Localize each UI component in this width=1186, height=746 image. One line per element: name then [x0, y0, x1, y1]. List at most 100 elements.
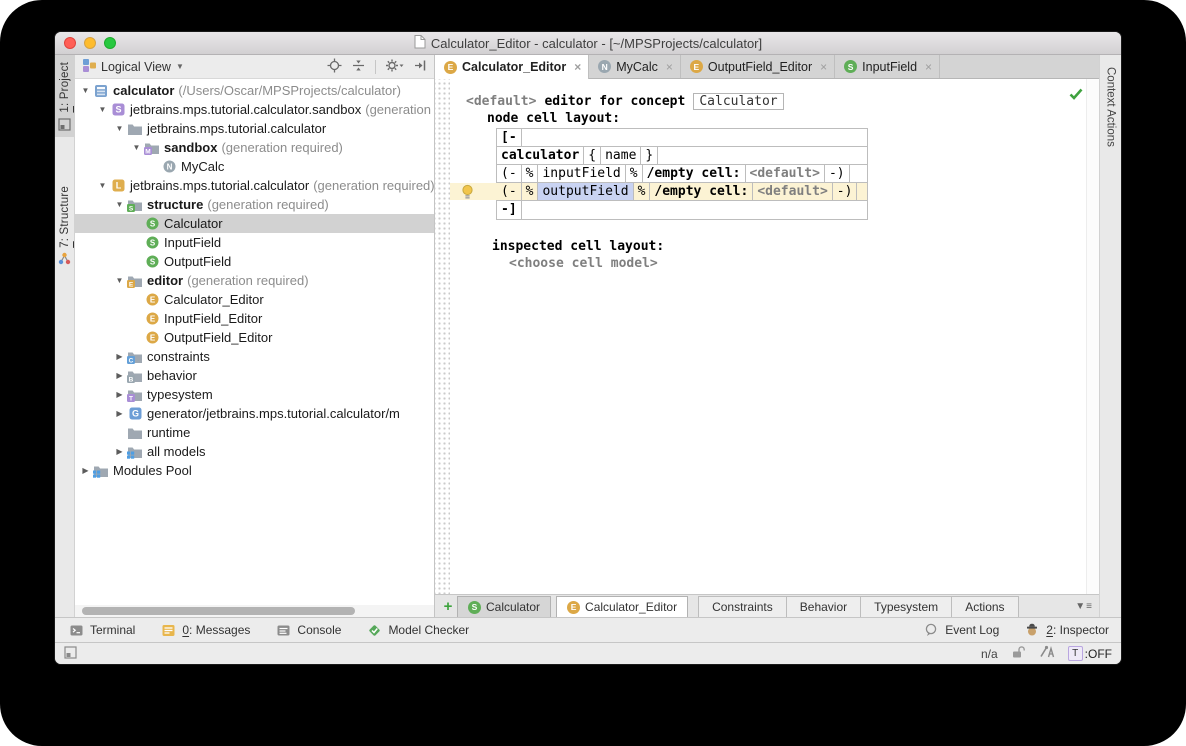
- tree-expand-arrow-icon[interactable]: ▶: [79, 466, 92, 475]
- typing-mode-badge[interactable]: T: [1068, 646, 1083, 661]
- tree-item[interactable]: ▼Sjetbrains.mps.tutorial.calculator.sand…: [75, 100, 434, 119]
- editor-header-token[interactable]: <default>: [466, 94, 536, 109]
- tree-item[interactable]: SOutputField: [75, 252, 434, 271]
- locate-node-icon[interactable]: [327, 58, 342, 76]
- tree-item[interactable]: ▼jetbrains.mps.tutorial.calculator: [75, 119, 434, 138]
- view-selector[interactable]: Logical View: [101, 60, 171, 74]
- tree-collapse-arrow-icon[interactable]: ▼: [113, 276, 126, 285]
- editor-cell[interactable]: -): [825, 165, 850, 182]
- toolwindow-button-model-checker[interactable]: Model Checker: [365, 623, 469, 637]
- editor-tab[interactable]: SInputField×: [835, 55, 940, 78]
- tree-expand-arrow-icon[interactable]: ▶: [113, 390, 126, 399]
- tree-expand-arrow-icon[interactable]: ▶: [113, 352, 126, 361]
- tree-item[interactable]: ▼Eeditor(generation required): [75, 271, 434, 290]
- aspect-tab[interactable]: ECalculator_Editor: [556, 596, 688, 617]
- tree-item[interactable]: ▶Bbehavior: [75, 366, 434, 385]
- tool-strip-structure[interactable]: 7: Structure: [55, 179, 74, 272]
- hide-panel-icon[interactable]: [413, 58, 427, 76]
- close-tab-icon[interactable]: ×: [925, 60, 932, 74]
- editor-cell[interactable]: %: [522, 183, 539, 200]
- tree-item[interactable]: SCalculator: [75, 214, 434, 233]
- editor-cell[interactable]: %: [522, 165, 539, 182]
- tree-collapse-arrow-icon[interactable]: ▼: [96, 181, 109, 190]
- close-tab-icon[interactable]: ×: [574, 60, 581, 74]
- toolwindow-button-event-log[interactable]: Event Log: [922, 623, 999, 637]
- aspect-tab[interactable]: Typesystem: [860, 596, 952, 617]
- toolwindow-anchor-icon[interactable]: [64, 646, 77, 662]
- editor-cell[interactable]: calculator: [497, 147, 584, 164]
- hidden-tabs-icon[interactable]: ▼≡: [1075, 601, 1093, 612]
- editor-cell[interactable]: [-: [497, 129, 522, 146]
- editor-cell[interactable]: %: [634, 183, 651, 200]
- tool-strip-project[interactable]: 1: Project: [55, 55, 74, 137]
- editor-cell[interactable]: (-: [497, 165, 522, 182]
- close-tab-icon[interactable]: ×: [666, 60, 673, 74]
- toolwindow-button-terminal[interactable]: Terminal: [67, 623, 135, 637]
- tree-collapse-arrow-icon[interactable]: ▼: [130, 143, 143, 152]
- aspect-tab[interactable]: SCalculator: [457, 596, 551, 617]
- lock-open-icon[interactable]: [1011, 645, 1025, 662]
- horizontal-scrollbar[interactable]: [75, 605, 434, 617]
- tree-item[interactable]: ▶all models: [75, 442, 434, 461]
- editor-cell[interactable]: name: [601, 147, 641, 164]
- tree-collapse-arrow-icon[interactable]: ▼: [113, 124, 126, 133]
- tree-item[interactable]: ▶Modules Pool: [75, 461, 434, 480]
- intention-lightbulb-icon[interactable]: [461, 184, 474, 205]
- editor-tab[interactable]: NMyCalc×: [589, 55, 681, 78]
- context-actions-label[interactable]: Context Actions: [1105, 67, 1117, 147]
- tree-expand-arrow-icon[interactable]: ▶: [113, 371, 126, 380]
- tree-item[interactable]: NMyCalc: [75, 157, 434, 176]
- tree-item[interactable]: ▶Cconstraints: [75, 347, 434, 366]
- editor-cell[interactable]: %: [626, 165, 643, 182]
- add-aspect-button[interactable]: +: [439, 598, 457, 615]
- minimize-window-button[interactable]: [84, 37, 96, 49]
- editor-cell[interactable]: {: [584, 147, 601, 164]
- editor-tab[interactable]: EOutputField_Editor×: [681, 55, 835, 78]
- tree-item[interactable]: SInputField: [75, 233, 434, 252]
- editor-cell[interactable]: <default>: [746, 165, 825, 182]
- tree-item[interactable]: ▶Ttypesystem: [75, 385, 434, 404]
- editor-cell[interactable]: -]: [497, 201, 522, 219]
- vertical-scrollbar[interactable]: [1086, 79, 1099, 594]
- toolwindow-button-console[interactable]: Console: [274, 623, 341, 637]
- tree-item[interactable]: EOutputField_Editor: [75, 328, 434, 347]
- aspect-tab[interactable]: Actions: [951, 596, 1018, 617]
- tree-item[interactable]: runtime: [75, 423, 434, 442]
- close-tab-icon[interactable]: ×: [820, 60, 827, 74]
- tree-item[interactable]: EInputField_Editor: [75, 309, 434, 328]
- collapse-all-icon[interactable]: [351, 58, 366, 76]
- toolwindow-button----messages[interactable]: 0: Messages: [159, 623, 250, 637]
- tree-collapse-arrow-icon[interactable]: ▼: [96, 105, 109, 114]
- editor-tab[interactable]: ECalculator_Editor×: [435, 55, 589, 79]
- editor-cell[interactable]: <default>: [753, 183, 832, 200]
- gear-icon[interactable]: [385, 58, 404, 76]
- aspect-tab[interactable]: Behavior: [786, 596, 861, 617]
- tree-collapse-arrow-icon[interactable]: ▼: [79, 86, 92, 95]
- editor-cell[interactable]: inputField: [538, 165, 625, 182]
- editor-cell[interactable]: /empty cell:: [643, 165, 746, 182]
- tree-expand-arrow-icon[interactable]: ▶: [113, 409, 126, 418]
- editor-header-token[interactable]: Calculator: [693, 93, 783, 110]
- editor-header-token[interactable]: editor for concept: [544, 94, 685, 109]
- editor-cell[interactable]: outputField: [538, 183, 633, 200]
- zoom-window-button[interactable]: [104, 37, 116, 49]
- editor-cell[interactable]: /empty cell:: [650, 183, 753, 200]
- close-window-button[interactable]: [64, 37, 76, 49]
- tree-item[interactable]: ▼Sstructure(generation required): [75, 195, 434, 214]
- scrollbar-thumb[interactable]: [82, 607, 355, 615]
- tree-item[interactable]: ▼calculator(/Users/Oscar/MPSProjects/cal…: [75, 81, 434, 100]
- tree-item[interactable]: ECalculator_Editor: [75, 290, 434, 309]
- tree-item[interactable]: ▼Msandbox(generation required): [75, 138, 434, 157]
- inspected-cell-value[interactable]: <choose cell model>: [509, 255, 1085, 272]
- tree-collapse-arrow-icon[interactable]: ▼: [113, 200, 126, 209]
- editor-cell[interactable]: -): [833, 183, 858, 200]
- editor-cell[interactable]: (-: [497, 183, 522, 200]
- tree-item[interactable]: ▶Ggenerator/jetbrains.mps.tutorial.calcu…: [75, 404, 434, 423]
- access-indicator-icon[interactable]: [1038, 645, 1055, 662]
- aspect-tab[interactable]: Constraints: [698, 596, 787, 617]
- editor-cell[interactable]: }: [641, 147, 658, 164]
- chevron-down-icon[interactable]: ▼: [176, 62, 184, 71]
- tree-item[interactable]: ▼Ljetbrains.mps.tutorial.calculator(gene…: [75, 176, 434, 195]
- tree-expand-arrow-icon[interactable]: ▶: [113, 447, 126, 456]
- toolwindow-button----inspector[interactable]: 2: Inspector: [1023, 623, 1109, 637]
